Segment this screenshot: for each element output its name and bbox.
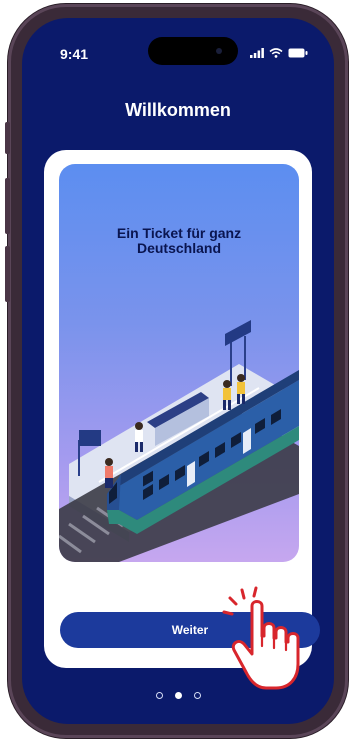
status-time: 9:41	[60, 46, 89, 62]
page-dot-1[interactable]	[155, 692, 163, 699]
volume-down-button	[5, 246, 10, 302]
battery-icon	[288, 48, 308, 58]
train-platform-illustration	[59, 320, 299, 562]
status-bar: 9:41	[22, 18, 334, 72]
camera-dot	[216, 48, 222, 54]
page-dot-3[interactable]	[193, 692, 201, 699]
mute-switch	[5, 122, 10, 154]
dynamic-island	[148, 37, 238, 65]
volume-up-button	[5, 178, 10, 234]
wifi-icon	[269, 48, 283, 58]
status-icons	[250, 48, 308, 58]
page-dot-2-active[interactable]	[174, 692, 182, 699]
signal-icon	[250, 48, 264, 58]
hand-pointer-icon	[222, 586, 300, 690]
hero-illustration: Ein Ticket für ganz Deutschland	[59, 164, 299, 562]
page-title: Willkommen	[125, 100, 231, 120]
